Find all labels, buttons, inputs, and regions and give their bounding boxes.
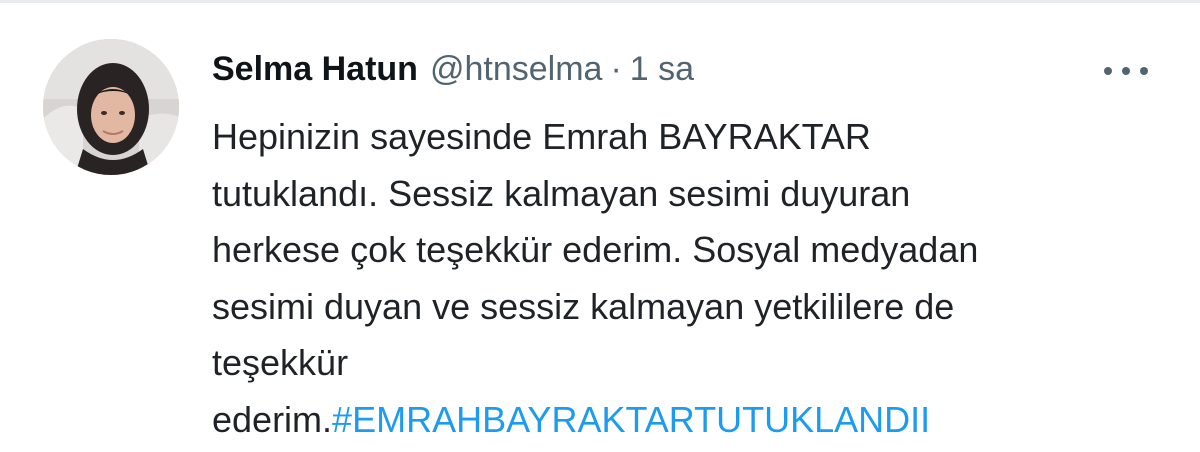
tweet-text-line-last: ederim.#EMRAHBAYRAKTARTUTUKLANDII: [212, 392, 1112, 449]
tweet-text-line: herkese çok teşekkür ederim. Sosyal medy…: [212, 229, 979, 270]
tweet-text-line: Hepinizin sayesinde Emrah BAYRAKTAR: [212, 116, 871, 157]
separator-dot: ·: [610, 50, 622, 88]
tweet-text-line: tutuklandı. Sessiz kalmayan sesimi duyur…: [212, 172, 911, 214]
tweet-timestamp[interactable]: 1 sa: [630, 47, 694, 91]
tweet-text-line: teşekkür: [212, 342, 349, 383]
author-handle[interactable]: @htnselma: [430, 47, 602, 91]
tweet-text-line: sesimi duyan ve sessiz kalmayan yetkilil…: [212, 285, 955, 327]
avatar[interactable]: [43, 39, 179, 175]
tweet-text-fragment: ederim.: [212, 398, 333, 440]
more-dot: [1122, 67, 1130, 75]
more-dot: [1140, 67, 1148, 75]
hashtag-link[interactable]: #EMRAHBAYRAKTARTUTUKLANDII: [332, 399, 930, 440]
more-dot: [1104, 67, 1112, 75]
tweet-text: Hepinizin sayesinde Emrah BAYRAKTAR tutu…: [212, 109, 1112, 448]
more-options-icon[interactable]: [1104, 59, 1148, 83]
avatar-image: [43, 39, 179, 175]
author-name[interactable]: Selma Hatun: [212, 47, 418, 91]
tweet-header: Selma Hatun @htnselma · 1 sa: [212, 47, 694, 91]
tweet-card: Selma Hatun @htnselma · 1 sa Hepinizin s…: [0, 0, 1200, 452]
